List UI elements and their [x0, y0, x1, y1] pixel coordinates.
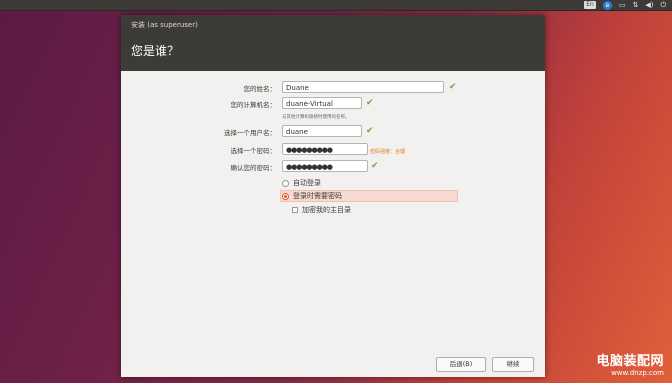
username-field[interactable]: duane: [282, 125, 362, 137]
computer-check-icon: ✔: [366, 98, 374, 108]
password-label: 选择一个密码：: [230, 147, 277, 155]
network-icon[interactable]: ⇅: [632, 0, 638, 10]
confirm-label: 确认您的密码：: [230, 164, 277, 172]
computer-row: 您的计算机名： duane-Virtual ✔: [121, 97, 545, 111]
top-panel: En ʙ ▭ ⇅ ◀) ⏻: [0, 0, 672, 11]
battery-icon[interactable]: ▭: [619, 0, 626, 10]
continue-button[interactable]: 继续: [492, 357, 534, 372]
name-row: 您的姓名： Duane ✔: [121, 81, 545, 95]
auto-login-label: 自动登录: [293, 179, 321, 187]
volume-icon[interactable]: ◀): [645, 0, 653, 10]
username-check-icon: ✔: [366, 126, 374, 136]
confirm-row: 确认您的密码： ●●●●●●●●● ✔: [121, 160, 545, 174]
computer-hint: 与其他计算机联络时使用的名称。: [282, 115, 350, 120]
installer-window: 安装 (as superuser) 您是谁？ 您的姓名： Duane ✔ 您的计…: [121, 15, 545, 377]
keyboard-layout-icon[interactable]: En: [584, 1, 596, 9]
require-password-option[interactable]: 登录时需要密码: [282, 190, 342, 202]
computer-name-field[interactable]: duane-Virtual: [282, 97, 362, 109]
computer-label: 您的计算机名：: [230, 101, 277, 109]
require-password-radio[interactable]: [282, 192, 289, 200]
encrypt-home-checkbox[interactable]: [292, 207, 298, 213]
encrypt-home-label: 加密我的主目录: [302, 206, 351, 214]
power-icon[interactable]: ⏻: [660, 0, 666, 10]
require-password-label: 登录时需要密码: [293, 192, 342, 200]
auto-login-option[interactable]: 自动登录: [282, 177, 321, 189]
back-button[interactable]: 后退(B): [436, 357, 486, 372]
watermark-url: www.dnzp.com: [611, 369, 664, 377]
encrypt-home-option[interactable]: 加密我的主目录: [292, 204, 351, 216]
name-field[interactable]: Duane: [282, 81, 444, 93]
confirm-check-icon: ✔: [371, 161, 379, 171]
password-field[interactable]: ●●●●●●●●●: [282, 143, 368, 155]
password-strength: 密码强度：合理: [370, 149, 406, 155]
bluetooth-icon[interactable]: ʙ: [602, 0, 612, 10]
password-row: 选择一个密码： ●●●●●●●●●: [121, 143, 545, 157]
system-tray: En ʙ ▭ ⇅ ◀) ⏻: [584, 0, 666, 10]
page-title: 您是谁？: [131, 44, 180, 58]
name-check-icon: ✔: [449, 82, 457, 92]
auto-login-radio[interactable]: [282, 179, 289, 187]
watermark-title: 电脑装配网: [596, 354, 664, 369]
name-label: 您的姓名：: [243, 85, 277, 93]
window-header: 安装 (as superuser) 您是谁？: [121, 15, 545, 71]
username-label: 选择一个用户名：: [224, 129, 276, 137]
watermark: 电脑装配网 www.dnzp.com: [596, 350, 664, 377]
username-row: 选择一个用户名： duane ✔: [121, 125, 545, 139]
confirm-password-field[interactable]: ●●●●●●●●●: [282, 160, 368, 172]
window-title: 安装 (as superuser): [131, 21, 198, 29]
